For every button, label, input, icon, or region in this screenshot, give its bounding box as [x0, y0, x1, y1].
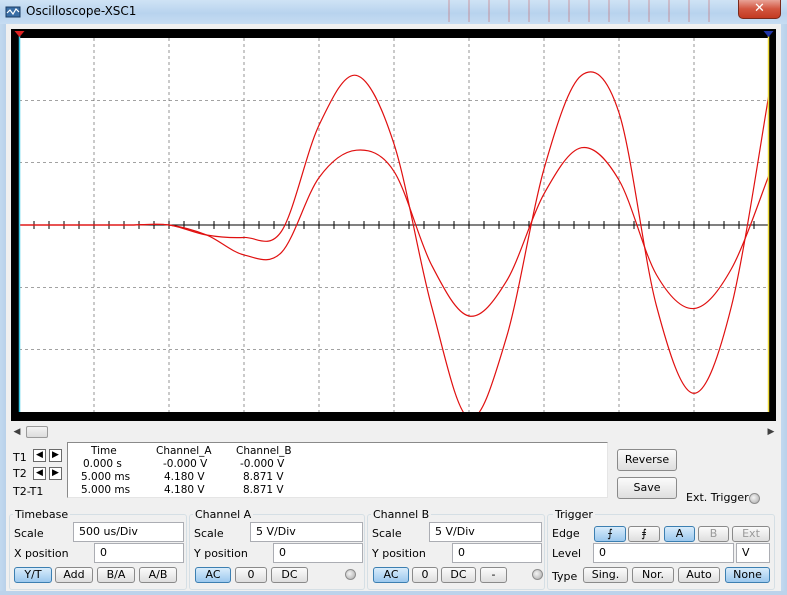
channel-a-title: Channel A [193, 508, 254, 521]
row-t2t1-b: 8.871 V [243, 484, 284, 496]
channel-a-ypos-field[interactable]: 0 [273, 543, 363, 563]
window-frame-right [781, 24, 787, 595]
channel-b-ypos-label: Y position [372, 547, 426, 560]
channel-b-zero-button[interactable]: 0 [412, 567, 438, 583]
trigger-level-unit[interactable]: V [736, 543, 770, 563]
window-title: Oscilloscope-XSC1 [26, 4, 137, 18]
edge-falling-button[interactable]: ⨎ [628, 526, 660, 542]
window-frame-bottom [0, 591, 787, 595]
channel-b-terminal-icon[interactable] [532, 569, 543, 580]
timebase-scale-label: Scale [14, 527, 44, 540]
reverse-button[interactable]: Reverse [617, 449, 677, 471]
t2-t1-label: T2-T1 [13, 485, 44, 498]
row-t1-time: 0.000 s [83, 458, 122, 470]
save-button[interactable]: Save [617, 477, 677, 499]
channel-b-title: Channel B [371, 508, 432, 521]
header-time: Time [91, 445, 117, 457]
background-window-ghost [430, 0, 710, 22]
edge-rising-button[interactable]: ⨍ [594, 526, 626, 542]
horizontal-scrollbar[interactable]: ◀ ▶ [10, 424, 778, 441]
row-t1-a: -0.000 V [163, 458, 208, 470]
trigger-level-label: Level [552, 547, 582, 560]
t2-left-arrow-icon[interactable]: ◀ [33, 467, 46, 480]
trigger-edge-label: Edge [552, 527, 580, 540]
channel-a-terminal-icon[interactable] [345, 569, 356, 580]
channel-b-minus-button[interactable]: - [480, 567, 507, 583]
x-position-field[interactable]: 0 [94, 543, 184, 563]
row-t1-b: -0.000 V [240, 458, 285, 470]
channel-a-ypos-label: Y position [194, 547, 248, 560]
close-icon: ✕ [754, 1, 765, 16]
close-button[interactable]: ✕ [738, 0, 781, 19]
scroll-thumb[interactable] [26, 426, 48, 438]
x-position-label: X position [14, 547, 69, 560]
channel-a-scale-label: Scale [194, 527, 224, 540]
row-t2-b: 8.871 V [243, 471, 284, 483]
trigger-title: Trigger [553, 508, 595, 521]
channel-a-ac-button[interactable]: AC [195, 567, 231, 583]
mode-yt-button[interactable]: Y/T [14, 567, 52, 583]
trigger-none-button[interactable]: None [725, 567, 770, 583]
mode-add-button[interactable]: Add [55, 567, 93, 583]
t1-right-arrow-icon[interactable]: ▶ [49, 449, 62, 462]
cursor-readout-table: Time Channel_A Channel_B 0.000 s -0.000 … [67, 442, 608, 498]
scope-display[interactable] [11, 29, 776, 421]
t2-label: T2 [13, 467, 27, 480]
header-channel-a: Channel_A [156, 445, 212, 457]
timebase-scale-field[interactable]: 500 us/Div [73, 522, 184, 542]
cursor-t1-handle-icon [14, 31, 25, 37]
trigger-source-ext-button[interactable]: Ext [732, 526, 770, 542]
channel-b-ypos-field[interactable]: 0 [452, 543, 542, 563]
scope-chart [14, 31, 774, 412]
ext-trigger-label: Ext. Trigger [686, 491, 749, 504]
header-channel-b: Channel_B [236, 445, 292, 457]
channel-b-scale-field[interactable]: 5 V/Div [429, 522, 542, 542]
trigger-level-field[interactable]: 0 [593, 543, 734, 563]
t2-right-arrow-icon[interactable]: ▶ [49, 467, 62, 480]
oscilloscope-app-icon [5, 6, 21, 18]
t1-label: T1 [13, 451, 27, 464]
timebase-title: Timebase [13, 508, 71, 521]
channel-b-scale-label: Scale [372, 527, 402, 540]
row-t2-time: 5.000 ms [81, 471, 131, 483]
channel-a-dc-button[interactable]: DC [271, 567, 308, 583]
cursor-t2-handle-icon [763, 31, 774, 37]
trigger-auto-button[interactable]: Auto [678, 567, 720, 583]
row-t2t1-time: 5.000 ms [81, 484, 131, 496]
channel-b-ac-button[interactable]: AC [373, 567, 409, 583]
mode-ab-button[interactable]: A/B [139, 567, 177, 583]
trigger-source-a-button[interactable]: A [664, 526, 695, 542]
trigger-single-button[interactable]: Sing. [583, 567, 628, 583]
channel-b-dc-button[interactable]: DC [441, 567, 476, 583]
title-bar[interactable]: Oscilloscope-XSC1 ✕ [0, 0, 787, 24]
falling-edge-icon: ⨎ [641, 527, 647, 540]
scroll-right-icon[interactable]: ▶ [764, 424, 778, 441]
channel-a-zero-button[interactable]: 0 [235, 567, 267, 583]
rising-edge-icon: ⨍ [607, 527, 613, 540]
trigger-source-b-button[interactable]: B [698, 526, 729, 542]
t1-left-arrow-icon[interactable]: ◀ [33, 449, 46, 462]
channel-a-scale-field[interactable]: 5 V/Div [250, 522, 363, 542]
mode-ba-button[interactable]: B/A [97, 567, 135, 583]
ext-trigger-terminal-icon[interactable] [749, 493, 760, 504]
trigger-type-label: Type [552, 570, 578, 583]
trigger-normal-button[interactable]: Nor. [632, 567, 674, 583]
row-t2-a: 4.180 V [164, 471, 205, 483]
scroll-left-icon[interactable]: ◀ [10, 424, 24, 441]
row-t2t1-a: 4.180 V [164, 484, 205, 496]
